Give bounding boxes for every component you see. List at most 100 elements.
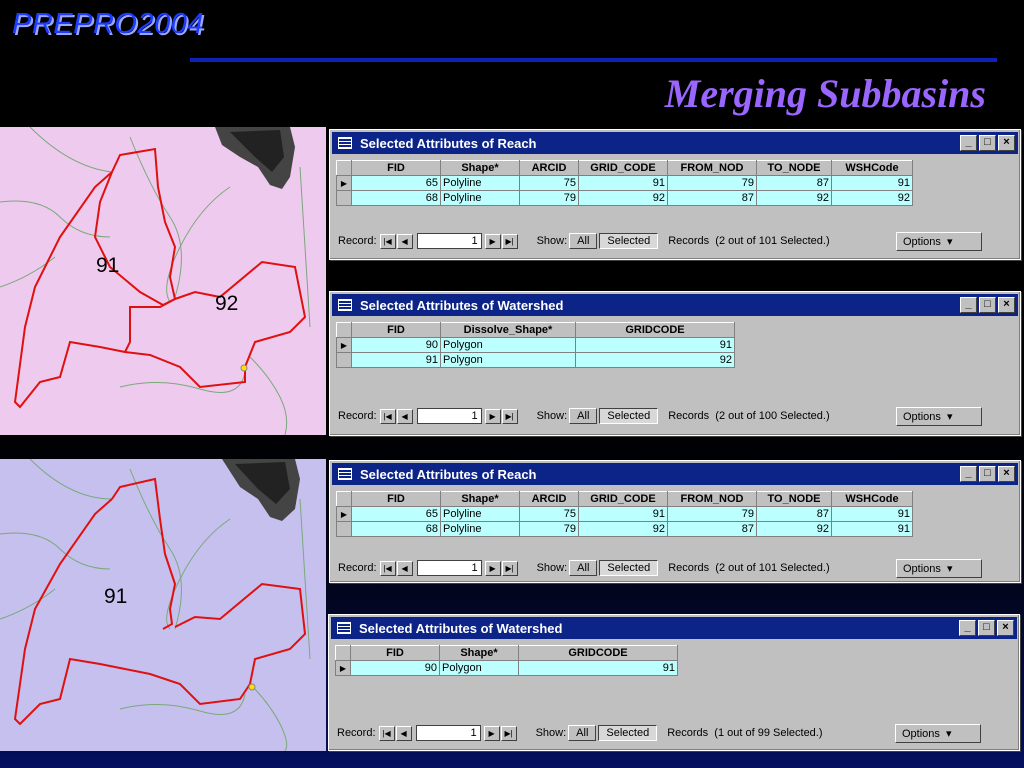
table-row[interactable]: 68 Polyline 79 92 87 92 92 — [336, 190, 913, 206]
table-cell[interactable]: 79 — [519, 521, 579, 537]
next-record-button[interactable]: ▶ — [484, 560, 501, 576]
minimize-button[interactable]: _ — [959, 620, 976, 636]
column-header[interactable]: TO_NODE — [756, 160, 832, 176]
row-selector[interactable]: ▶ — [336, 506, 352, 522]
table-row[interactable]: ▶ 65 Polyline 75 91 79 87 91 — [336, 506, 913, 522]
watershed-attributes-window[interactable]: Selected Attributes of Watershed _ □ × FID Di… — [329, 291, 1021, 436]
row-selector[interactable]: ▶ — [336, 175, 352, 191]
column-header[interactable]: GRIDCODE — [575, 322, 735, 338]
record-number-field[interactable]: 1 — [416, 233, 482, 249]
table-row[interactable]: ▶ 90 Polygon 91 — [335, 660, 678, 676]
row-selector[interactable] — [336, 190, 352, 206]
table-row[interactable]: 91 Polygon 92 — [336, 352, 735, 368]
table-cell[interactable]: 91 — [831, 506, 913, 522]
show-selected-button[interactable]: Selected — [599, 233, 659, 249]
next-record-button[interactable]: ▶ — [483, 725, 500, 741]
close-button[interactable]: × — [998, 135, 1015, 151]
table-cell[interactable]: 92 — [831, 190, 913, 206]
minimize-button[interactable]: _ — [960, 466, 977, 482]
column-header[interactable]: FROM_NOD — [667, 160, 757, 176]
column-header[interactable]: TO_NODE — [756, 491, 832, 507]
maximize-button[interactable]: □ — [979, 466, 996, 482]
table-cell[interactable]: 91 — [578, 175, 668, 191]
table-cell[interactable]: 92 — [578, 521, 668, 537]
column-header[interactable]: WSHCode — [831, 491, 913, 507]
close-button[interactable]: × — [997, 620, 1014, 636]
close-button[interactable]: × — [998, 297, 1015, 313]
record-number-field[interactable]: 1 — [415, 725, 481, 741]
table-cell[interactable]: Polyline — [440, 506, 520, 522]
table-cell[interactable]: 68 — [351, 190, 441, 206]
options-dropdown[interactable]: Options ▾ — [895, 723, 981, 743]
table-cell[interactable]: 91 — [518, 660, 678, 676]
table-cell[interactable]: 79 — [667, 175, 757, 191]
table-cell[interactable]: Polygon — [440, 337, 576, 353]
table-cell[interactable]: Polyline — [440, 175, 520, 191]
table-cell[interactable]: 79 — [519, 190, 579, 206]
next-record-button[interactable]: ▶ — [484, 408, 501, 424]
table-cell[interactable]: 87 — [667, 521, 757, 537]
maximize-button[interactable]: □ — [978, 620, 995, 636]
show-selected-button[interactable]: Selected — [599, 560, 659, 576]
column-header[interactable]: FROM_NOD — [667, 491, 757, 507]
window-titlebar[interactable]: Selected Attributes of Reach _ □ × — [332, 132, 1018, 154]
table-cell[interactable]: 68 — [351, 521, 441, 537]
minimize-button[interactable]: _ — [960, 135, 977, 151]
last-record-button[interactable]: ▶| — [500, 725, 517, 741]
column-header[interactable]: Dissolve_Shape* — [440, 322, 576, 338]
last-record-button[interactable]: ▶| — [501, 233, 518, 249]
attribute-grid[interactable]: FID Shape* ARCID GRID_CODE FROM_NOD TO_NODE WS… — [336, 491, 1014, 537]
column-header[interactable]: GRID_CODE — [578, 160, 668, 176]
last-record-button[interactable]: ▶| — [501, 408, 518, 424]
column-header[interactable]: WSHCode — [831, 160, 913, 176]
reach-attributes-window[interactable]: Selected Attributes of Reach _ □ × FID Shape*… — [329, 460, 1021, 583]
table-cell[interactable]: Polygon — [440, 352, 576, 368]
show-selected-button[interactable]: Selected — [598, 725, 658, 741]
table-cell[interactable]: 92 — [578, 190, 668, 206]
next-record-button[interactable]: ▶ — [484, 233, 501, 249]
options-dropdown[interactable]: Options ▾ — [896, 231, 982, 251]
show-all-button[interactable]: All — [568, 725, 597, 741]
attribute-grid[interactable]: FID Shape* GRIDCODE ▶ 90 Polygon 91 — [335, 645, 1013, 676]
prev-record-button[interactable]: ◀ — [396, 408, 413, 424]
table-cell[interactable]: 79 — [667, 506, 757, 522]
column-header[interactable]: FID — [350, 645, 440, 661]
maximize-button[interactable]: □ — [979, 135, 996, 151]
table-row[interactable]: 68 Polyline 79 92 87 92 91 — [336, 521, 913, 537]
table-cell[interactable]: Polyline — [440, 190, 520, 206]
maximize-button[interactable]: □ — [979, 297, 996, 313]
reach-attributes-window[interactable]: Selected Attributes of Reach _ □ × FID Shape*… — [329, 129, 1021, 260]
table-row[interactable]: ▶ 65 Polyline 75 91 79 87 91 — [336, 175, 913, 191]
options-dropdown[interactable]: Options ▾ — [896, 558, 982, 578]
row-selector[interactable] — [336, 521, 352, 537]
record-number-field[interactable]: 1 — [416, 560, 482, 576]
options-dropdown[interactable]: Options ▾ — [896, 406, 982, 426]
show-selected-button[interactable]: Selected — [599, 408, 659, 424]
column-header[interactable]: GRID_CODE — [578, 491, 668, 507]
table-cell[interactable]: 65 — [351, 506, 441, 522]
column-header[interactable]: FID — [351, 491, 441, 507]
show-all-button[interactable]: All — [569, 560, 598, 576]
prev-record-button[interactable]: ◀ — [396, 233, 413, 249]
last-record-button[interactable]: ▶| — [501, 560, 518, 576]
record-number-field[interactable]: 1 — [416, 408, 482, 424]
table-cell[interactable]: 87 — [756, 506, 832, 522]
column-header[interactable]: GRIDCODE — [518, 645, 678, 661]
table-row[interactable]: ▶ 90 Polygon 91 — [336, 337, 735, 353]
first-record-button[interactable]: |◀ — [379, 560, 396, 576]
row-selector[interactable] — [336, 352, 352, 368]
window-titlebar[interactable]: Selected Attributes of Reach _ □ × — [332, 463, 1018, 485]
table-cell[interactable]: 75 — [519, 506, 579, 522]
table-cell[interactable]: 87 — [756, 175, 832, 191]
column-header[interactable]: Shape* — [440, 160, 520, 176]
table-cell[interactable]: 92 — [756, 190, 832, 206]
table-cell[interactable]: 92 — [756, 521, 832, 537]
minimize-button[interactable]: _ — [960, 297, 977, 313]
first-record-button[interactable]: |◀ — [379, 233, 396, 249]
table-cell[interactable]: 91 — [831, 175, 913, 191]
table-cell[interactable]: 91 — [351, 352, 441, 368]
table-cell[interactable]: 91 — [575, 337, 735, 353]
table-cell[interactable]: 90 — [350, 660, 440, 676]
table-cell[interactable]: Polygon — [439, 660, 519, 676]
attribute-grid[interactable]: FID Dissolve_Shape* GRIDCODE ▶ 90 Polygon 91 91… — [336, 322, 1014, 368]
